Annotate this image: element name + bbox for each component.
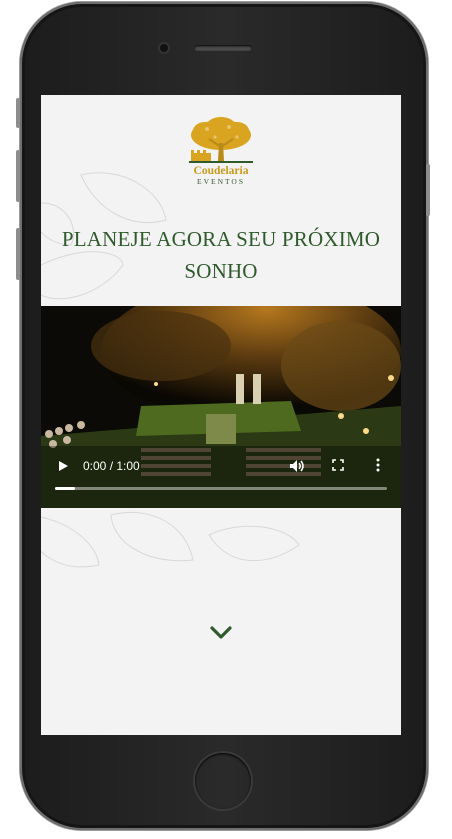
page-title: PLANEJE AGORA SEU PRÓXIMO SONHO bbox=[41, 223, 401, 287]
home-button[interactable] bbox=[195, 753, 251, 809]
power-button bbox=[426, 164, 430, 216]
headline-line-2: SONHO bbox=[184, 259, 258, 283]
headline-line-1: PLANEJE AGORA SEU PRÓXIMO bbox=[61, 227, 381, 251]
scroll-down-button[interactable] bbox=[209, 625, 233, 646]
mute-switch bbox=[16, 98, 20, 128]
play-icon[interactable] bbox=[57, 460, 69, 475]
volume-down-button bbox=[16, 228, 20, 280]
brand-name: Coudelaria bbox=[193, 165, 249, 177]
video-progress-bar[interactable] bbox=[55, 487, 387, 490]
tree-logo-icon bbox=[189, 117, 253, 163]
front-camera bbox=[160, 44, 168, 52]
fullscreen-icon[interactable] bbox=[331, 458, 345, 475]
brand-logo[interactable]: Coudelaria EVENTOS bbox=[181, 117, 261, 197]
brand-subtitle: EVENTOS bbox=[196, 177, 246, 186]
more-options-icon[interactable] bbox=[375, 458, 381, 475]
video-progress-fill bbox=[55, 487, 75, 490]
video-player[interactable]: 0:00 / 1:00 bbox=[41, 306, 401, 508]
earpiece-speaker bbox=[194, 45, 252, 51]
chevron-down-icon bbox=[210, 626, 232, 639]
video-time: 0:00 / 1:00 bbox=[83, 459, 140, 473]
video-controls: 0:00 / 1:00 bbox=[41, 446, 401, 508]
volume-up-button bbox=[16, 150, 20, 202]
volume-icon[interactable] bbox=[289, 459, 305, 476]
phone-screen: Coudelaria EVENTOS PLANEJE AGORA SEU PRÓ… bbox=[41, 95, 401, 735]
